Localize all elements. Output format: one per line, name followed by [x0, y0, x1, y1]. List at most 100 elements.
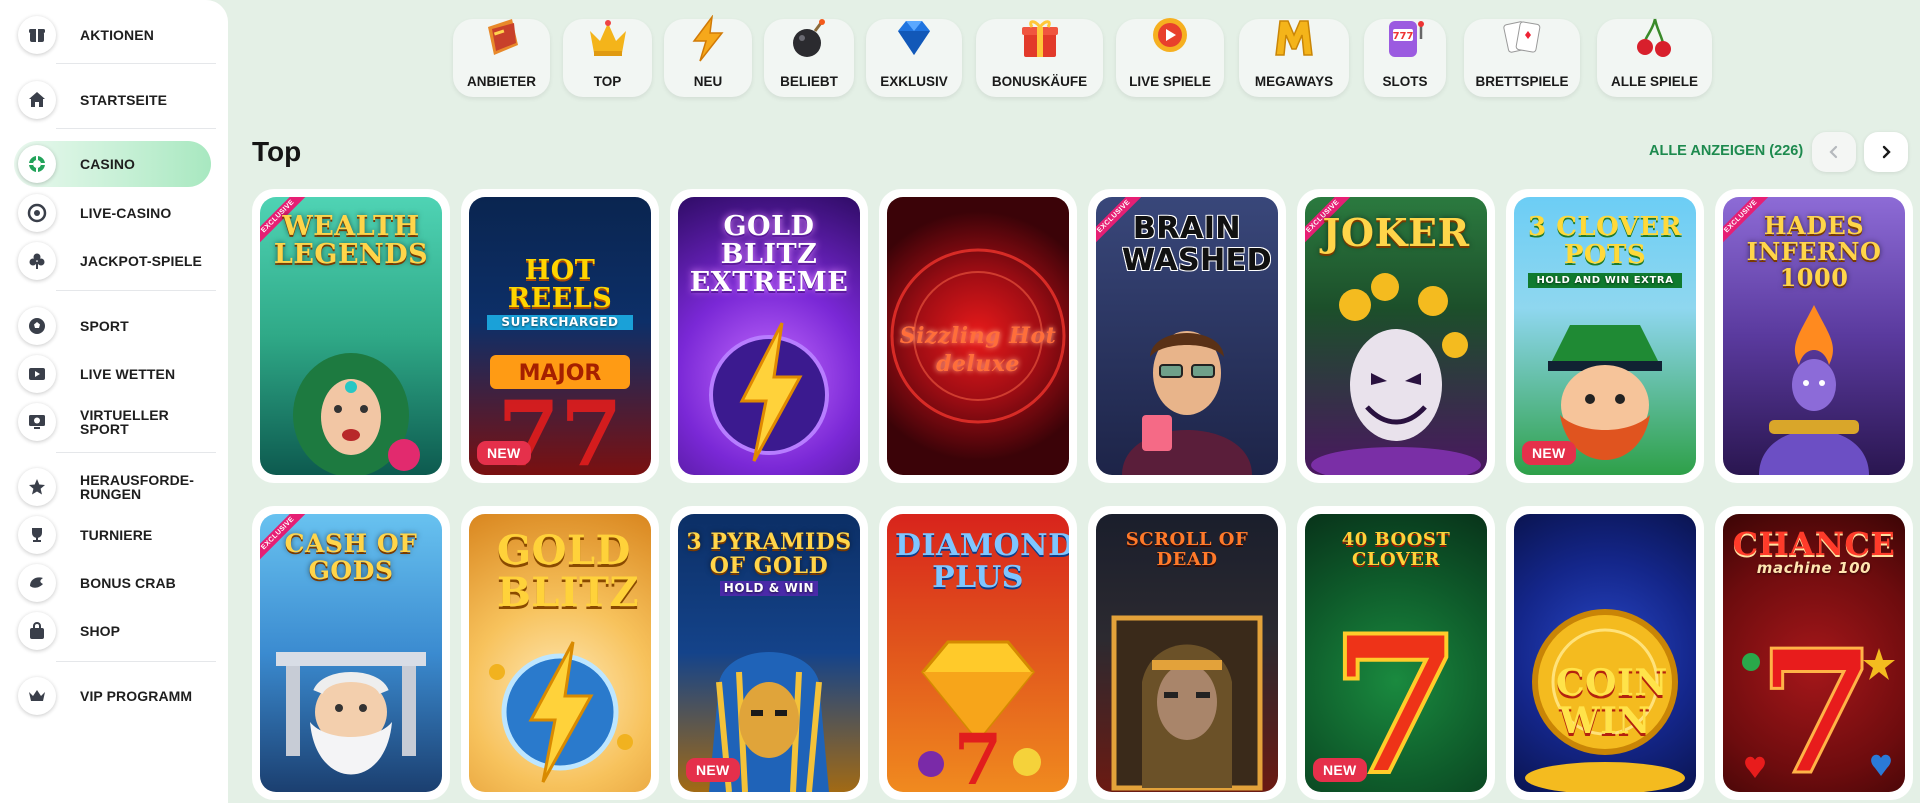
sidebar-item-vip-programm[interactable]: VIP PROGRAMM	[14, 673, 211, 719]
game-card-3-clover-pots[interactable]: 3 CLOVER POTS HOLD AND WIN EXTRA NEW	[1506, 189, 1704, 483]
crown-icon	[18, 677, 56, 715]
new-badge: NEW	[477, 441, 531, 465]
category-alle-spiele[interactable]: ALLE SPIELE	[1597, 18, 1712, 97]
game-card-gold-blitz-extreme[interactable]: GOLD BLITZ EXTREME	[670, 189, 868, 483]
diamond-icon	[898, 21, 930, 55]
category-label: NEU	[693, 74, 723, 89]
play-screen-icon	[18, 355, 56, 393]
game-card-chance-machine-100[interactable]: CHANCE machine 100 7	[1715, 506, 1913, 800]
game-title-main: HOT REELS	[507, 255, 613, 314]
game-card-wealth-legends[interactable]: EXCLUSIVE WEALTH LEGENDS	[252, 189, 450, 483]
category-label: BRETTSPIELE	[1475, 74, 1569, 89]
sidebar-item-label: SHOP	[80, 623, 121, 639]
game-card-sizzling-hot[interactable]: Sizzling Hot deluxe	[879, 189, 1077, 483]
game-title: HADES INFERNO 1000	[1746, 211, 1882, 292]
gift-box-icon	[18, 16, 56, 54]
game-title: JOKER	[1322, 210, 1470, 255]
sidebar-item-virtueller-sport[interactable]: VIRTUELLER SPORT	[14, 399, 211, 445]
sidebar-item-jackpot-spiele[interactable]: JACKPOT-SPIELE	[14, 238, 211, 284]
sidebar-item-herausforderungen[interactable]: HERAUSFORDE- RUNGEN	[14, 463, 211, 511]
sidebar-item-label: SPORT	[80, 318, 129, 334]
sidebar-item-aktionen[interactable]: AKTIONEN	[14, 12, 211, 58]
game-card-gold-blitz[interactable]: GOLD BLITZ	[461, 506, 659, 800]
game-card-hades-inferno-1000[interactable]: EXCLUSIVE HADES INFERNO 1000	[1715, 189, 1913, 483]
game-title: GOLD BLITZ	[497, 527, 640, 616]
diamond-fruits-art-icon: 7	[918, 640, 1041, 792]
game-thumbnail: 3 CLOVER POTS HOLD AND WIN EXTRA NEW	[1514, 197, 1696, 475]
game-card-scroll-of-dead[interactable]: SCROLL OF DEAD	[1088, 506, 1286, 800]
medusa-art-icon	[293, 353, 420, 475]
game-title-main: CHANCE	[1732, 525, 1896, 563]
category-exklusiv[interactable]: EXKLUSIV	[866, 19, 962, 97]
category-brettspiele[interactable]: BRETTSPIELE	[1464, 19, 1580, 97]
sidebar-item-bonus-crab[interactable]: BONUS CRAB	[14, 560, 211, 606]
sidebar-item-label: HERAUSFORDE- RUNGEN	[80, 473, 194, 501]
sidebar-item-startseite[interactable]: STARTSEITE	[14, 77, 211, 123]
previous-page-button[interactable]	[1812, 132, 1856, 172]
game-subtitle: HOLD AND WIN EXTRA	[1528, 273, 1682, 288]
game-title: DIAMOND PLUS	[895, 528, 1069, 595]
divider	[56, 290, 216, 291]
category-neu[interactable]: NEU	[664, 15, 752, 97]
sidebar-item-label: CASINO	[80, 156, 136, 172]
sidebar-item-label: BONUS CRAB	[80, 575, 176, 591]
crown-icon	[589, 20, 626, 56]
gift-icon	[1021, 20, 1058, 57]
new-badge: NEW	[1522, 441, 1576, 465]
category-slots[interactable]: 777 SLOTS	[1364, 19, 1446, 97]
game-card-cash-of-gods[interactable]: EXCLUSIVE CASH OF GODS	[252, 506, 450, 800]
roulette-icon	[18, 194, 56, 232]
show-all-link[interactable]: ALLE ANZEIGEN (226)	[1649, 143, 1803, 159]
section-title: Top	[252, 136, 302, 167]
sidebar-item-turniere[interactable]: TURNIERE	[14, 512, 211, 558]
game-card-brain-washed[interactable]: EXCLUSIVE BRAIN WASHED	[1088, 189, 1286, 483]
game-title: BRAIN WASHED	[1122, 211, 1273, 278]
category-megaways[interactable]: MEGAWAYS	[1239, 19, 1349, 97]
game-title: Sizzling Hot deluxe	[899, 323, 1057, 377]
chevron-left-icon	[1829, 145, 1838, 159]
game-card-diamond-plus[interactable]: DIAMOND PLUS 7	[879, 506, 1077, 800]
sidebar-item-live-casino[interactable]: LIVE-CASINO	[14, 190, 211, 236]
category-beliebt[interactable]: BELIEBT	[764, 19, 854, 97]
divider	[56, 128, 216, 129]
game-card-40-boost-clover[interactable]: 40 BOOST CLOVER 7 NEW	[1297, 506, 1495, 800]
category-live-spiele[interactable]: LIVE SPIELE	[1116, 18, 1224, 97]
monitor-ball-icon	[18, 403, 56, 441]
game-card-3-pyramids-of-gold[interactable]: 3 PYRAMIDS OF GOLD HOLD & WIN NEW	[670, 506, 868, 800]
cherries-icon	[1636, 18, 1671, 57]
live-play-icon	[1153, 18, 1187, 52]
star-badge-icon	[18, 468, 56, 506]
game-thumbnail: 3 PYRAMIDS OF GOLD HOLD & WIN NEW	[678, 514, 860, 792]
svg-text:7: 7	[1758, 613, 1876, 792]
category-label: ANBIETER	[466, 74, 536, 89]
game-card-joker[interactable]: EXCLUSIVE JOKER	[1297, 189, 1495, 483]
game-title: SCROLL OF DEAD	[1125, 529, 1249, 570]
game-title-main: 3 CLOVER POTS	[1528, 212, 1682, 270]
game-card-hot-reels[interactable]: HOT REELS SUPERCHARGED MAJOR 77 NEW	[461, 189, 659, 483]
category-label: EXKLUSIV	[880, 74, 948, 89]
game-title: HOT REELS SUPERCHARGED	[477, 257, 643, 330]
category-anbieter[interactable]: ANBIETER	[453, 19, 550, 97]
game-card-coin-win[interactable]: COIN WIN	[1506, 506, 1704, 800]
sidebar-item-label: JACKPOT-SPIELE	[80, 253, 202, 269]
joker-coins-art-icon	[1311, 273, 1481, 475]
trophy-icon	[18, 516, 56, 554]
game-thumbnail: Sizzling Hot deluxe	[887, 197, 1069, 475]
casino-chip-icon	[18, 145, 56, 183]
category-bonuskaeufe[interactable]: BONUSKÄUFE	[976, 19, 1103, 97]
game-title: WEALTH LEGENDS	[273, 211, 429, 270]
sidebar-item-label: VIRTUELLER SPORT	[80, 407, 169, 437]
sidebar-item-sport[interactable]: SPORT	[14, 303, 211, 349]
game-thumbnail: HOT REELS SUPERCHARGED MAJOR 77 NEW	[469, 197, 651, 475]
next-page-button[interactable]	[1864, 132, 1908, 172]
new-badge: NEW	[686, 758, 740, 782]
category-top[interactable]: TOP	[563, 19, 652, 97]
sidebar-item-casino[interactable]: CASINO	[14, 141, 211, 187]
game-thumbnail: SCROLL OF DEAD	[1096, 514, 1278, 792]
sidebar-item-live-wetten[interactable]: LIVE WETTEN	[14, 351, 211, 397]
sidebar-item-shop[interactable]: SHOP	[14, 608, 211, 654]
divider	[56, 63, 216, 64]
letter-m-icon	[1275, 20, 1313, 56]
sidebar: AKTIONEN STARTSEITE CASINO LIVE-CASINO J…	[0, 0, 228, 803]
game-thumbnail: EXCLUSIVE WEALTH LEGENDS	[260, 197, 442, 475]
